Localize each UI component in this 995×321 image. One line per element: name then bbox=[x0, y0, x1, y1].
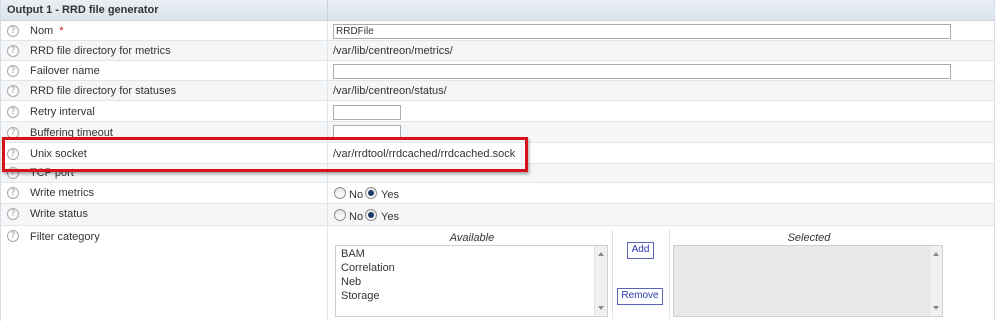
row-buffering-timeout: ? Buffering timeout bbox=[1, 122, 994, 143]
write-metrics-no-radio[interactable] bbox=[334, 187, 346, 199]
available-header: Available bbox=[449, 232, 495, 244]
section-title: Output 1 - RRD file generator bbox=[7, 4, 159, 16]
retry-interval-label: Retry interval bbox=[30, 106, 95, 118]
scrollbar[interactable] bbox=[594, 246, 607, 316]
row-write-status: ? Write status No Yes bbox=[1, 204, 994, 226]
help-icon[interactable]: ? bbox=[7, 127, 19, 139]
rrd-metrics-dir-label: RRD file directory for metrics bbox=[30, 45, 171, 57]
write-status-yes-radio[interactable] bbox=[365, 209, 377, 221]
write-status-no-label: No bbox=[349, 211, 364, 223]
row-unix-socket: ? Unix socket /var/rrdtool/rrdcached/rrd… bbox=[1, 143, 994, 164]
scroll-up-icon[interactable] bbox=[598, 252, 604, 256]
filter-category-label: Filter category bbox=[30, 231, 100, 243]
help-icon[interactable]: ? bbox=[7, 167, 19, 179]
nom-label-text: Nom bbox=[30, 25, 54, 37]
help-icon[interactable]: ? bbox=[7, 187, 19, 199]
row-tcp-port: ? TCP port bbox=[1, 164, 994, 183]
write-metrics-yes-label: Yes bbox=[381, 189, 399, 201]
selected-listbox[interactable] bbox=[673, 245, 943, 317]
header-divider bbox=[327, 0, 328, 21]
column-divider bbox=[669, 229, 670, 319]
remove-button[interactable]: Remove bbox=[617, 288, 663, 305]
help-icon[interactable]: ? bbox=[7, 230, 19, 242]
row-rrd-metrics-dir: ? RRD file directory for metrics /var/li… bbox=[1, 41, 994, 61]
column-divider bbox=[612, 229, 613, 319]
add-button[interactable]: Add bbox=[627, 242, 654, 259]
section-header: Output 1 - RRD file generator bbox=[1, 0, 994, 21]
write-metrics-no-label: No bbox=[349, 189, 364, 201]
list-item[interactable]: BAM bbox=[341, 248, 365, 260]
nom-input[interactable]: RRDFile bbox=[333, 24, 951, 39]
help-icon[interactable]: ? bbox=[7, 148, 19, 160]
help-icon[interactable]: ? bbox=[7, 65, 19, 77]
row-filter-category: ? Filter category Available Selected BAM… bbox=[1, 226, 994, 321]
buffering-timeout-label: Buffering timeout bbox=[30, 127, 113, 139]
list-item[interactable]: Correlation bbox=[341, 262, 395, 274]
tcp-port-label: TCP port bbox=[30, 167, 74, 179]
row-rrd-status-dir: ? RRD file directory for statuses /var/l… bbox=[1, 81, 994, 101]
buffering-timeout-input[interactable] bbox=[333, 125, 401, 140]
selected-header: Selected bbox=[787, 232, 831, 244]
nom-label: Nom * bbox=[30, 25, 64, 37]
required-marker: * bbox=[59, 25, 64, 37]
row-write-metrics: ? Write metrics No Yes bbox=[1, 183, 994, 204]
unix-socket-label: Unix socket bbox=[30, 148, 87, 160]
row-retry-interval: ? Retry interval bbox=[1, 101, 994, 122]
available-listbox[interactable]: BAM Correlation Neb Storage bbox=[335, 245, 608, 317]
failover-label: Failover name bbox=[30, 65, 100, 77]
write-metrics-label: Write metrics bbox=[30, 187, 94, 199]
help-icon[interactable]: ? bbox=[7, 208, 19, 220]
rrd-status-dir-label: RRD file directory for statuses bbox=[30, 85, 177, 97]
write-status-label: Write status bbox=[30, 208, 88, 220]
scrollbar[interactable] bbox=[929, 246, 942, 316]
row-nom: ? Nom * RRDFile bbox=[1, 21, 994, 41]
retry-interval-input[interactable] bbox=[333, 105, 401, 120]
help-icon[interactable]: ? bbox=[7, 85, 19, 97]
help-icon[interactable]: ? bbox=[7, 45, 19, 57]
help-icon[interactable]: ? bbox=[7, 106, 19, 118]
help-icon[interactable]: ? bbox=[7, 25, 19, 37]
unix-socket-value: /var/rrdtool/rrdcached/rrdcached.sock bbox=[333, 148, 516, 160]
scroll-down-icon[interactable] bbox=[933, 306, 939, 310]
list-item[interactable]: Storage bbox=[341, 290, 380, 302]
rrd-metrics-dir-value: /var/lib/centreon/metrics/ bbox=[333, 45, 453, 57]
output-form: Output 1 - RRD file generator ? Nom * RRD… bbox=[0, 0, 995, 321]
scroll-down-icon[interactable] bbox=[598, 306, 604, 310]
write-status-no-radio[interactable] bbox=[334, 209, 346, 221]
list-item[interactable]: Neb bbox=[341, 276, 361, 288]
scroll-up-icon[interactable] bbox=[933, 252, 939, 256]
failover-input[interactable] bbox=[333, 64, 951, 79]
write-metrics-yes-radio[interactable] bbox=[365, 187, 377, 199]
row-failover: ? Failover name bbox=[1, 61, 994, 81]
write-status-yes-label: Yes bbox=[381, 211, 399, 223]
rrd-status-dir-value: /var/lib/centreon/status/ bbox=[333, 85, 447, 97]
